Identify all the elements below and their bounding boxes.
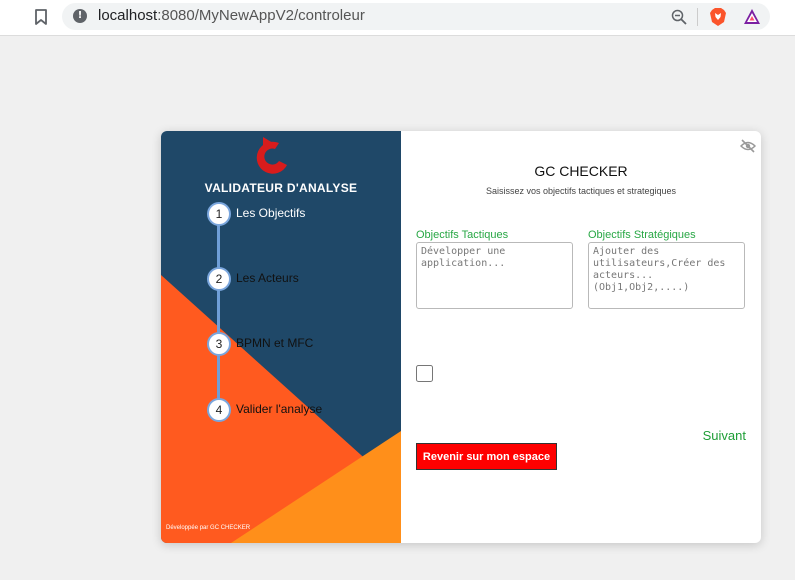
stepper-line: [217, 215, 220, 411]
next-button[interactable]: Suivant: [681, 428, 746, 444]
step-label: Les Objectifs: [236, 206, 306, 220]
brave-shield-icon[interactable]: [709, 7, 727, 27]
tactical-objectives-input[interactable]: [416, 242, 573, 309]
url-host: localhost: [98, 7, 158, 24]
bookmark-icon[interactable]: [33, 8, 49, 26]
strategic-objectives-input[interactable]: [588, 242, 745, 309]
app-title: GC CHECKER: [534, 163, 628, 179]
browser-toolbar: ! localhost:8080/MyNewAppV2/controleur: [0, 0, 795, 36]
step-label: Les Acteurs: [236, 271, 299, 285]
step-number: 1: [207, 202, 231, 226]
developer-credit: Développée par GC CHECKER: [166, 525, 251, 531]
info-icon[interactable]: !: [73, 9, 87, 23]
form-subtitle: Saisissez vos objectifs tactiques et str…: [485, 186, 677, 196]
back-to-space-button[interactable]: Revenir sur mon espace: [416, 443, 557, 470]
step-label: BPMN et MFC: [236, 336, 314, 350]
zoom-out-icon[interactable]: [671, 9, 687, 25]
step-label: Valider l'analyse: [236, 402, 323, 416]
sidebar-title: VALIDATEUR D'ANALYSE: [204, 181, 358, 195]
toolbar-separator: [697, 8, 698, 26]
sidebar-panel: VALIDATEUR D'ANALYSE 1 Les Objectifs 2 L…: [161, 131, 401, 543]
logo-icon: [256, 137, 287, 174]
strategic-objectives-label: Objectifs Stratégiques: [588, 229, 696, 241]
url-path: :8080/MyNewAppV2/controleur: [157, 7, 365, 24]
step-number: 3: [207, 332, 231, 356]
step-number: 4: [207, 398, 231, 422]
tactical-objectives-label: Objectifs Tactiques: [416, 229, 509, 241]
confirm-checkbox[interactable]: [416, 365, 433, 382]
eye-slash-icon[interactable]: [740, 139, 756, 153]
analysis-card: VALIDATEUR D'ANALYSE 1 Les Objectifs 2 L…: [161, 131, 761, 543]
step-number: 2: [207, 267, 231, 291]
url-text[interactable]: localhost:8080/MyNewAppV2/controleur: [98, 7, 365, 25]
brave-rewards-icon[interactable]: [743, 8, 761, 26]
